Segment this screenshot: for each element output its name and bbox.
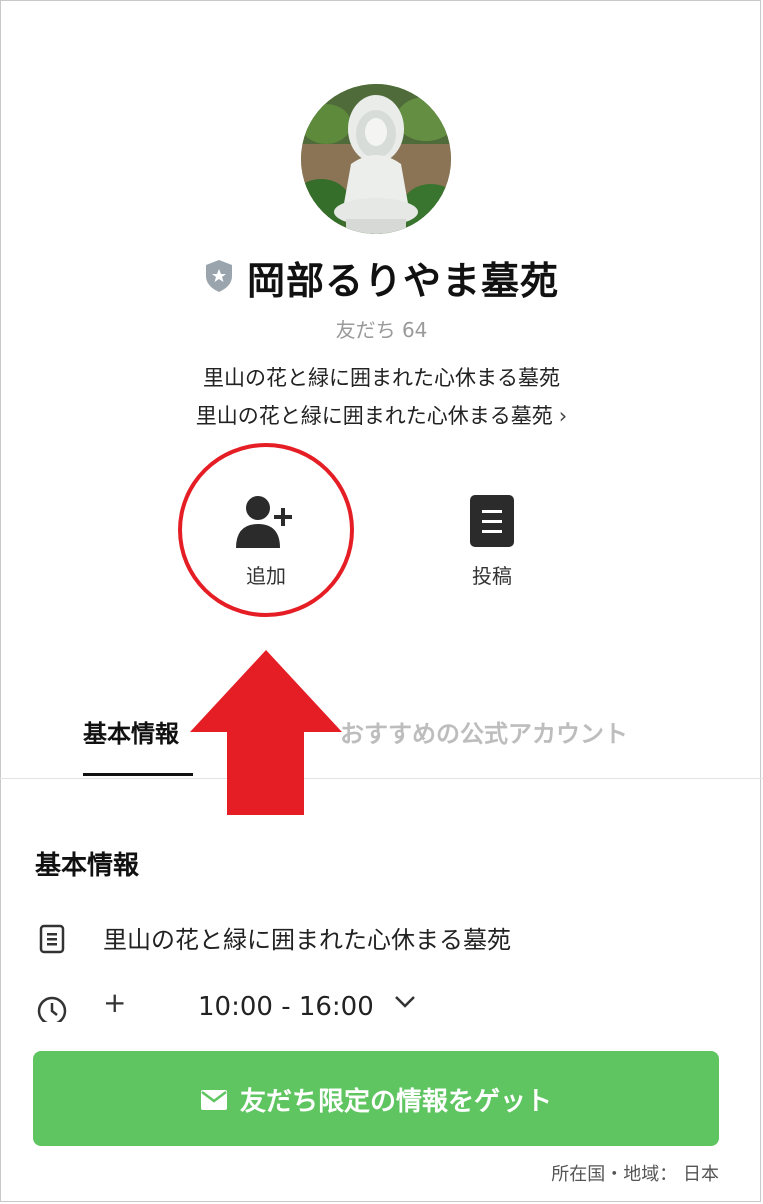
business-hours-row[interactable]: + 10:00 - 16:00 bbox=[35, 990, 735, 1022]
chevron-right-icon: › bbox=[558, 404, 568, 428]
account-name: 岡部るりやま墓苑 bbox=[247, 259, 560, 303]
up-arrow-annotation bbox=[190, 650, 344, 820]
highlight-circle bbox=[178, 443, 354, 617]
verified-shield-icon bbox=[204, 259, 234, 297]
tab-basic-info[interactable]: 基本情報 bbox=[83, 714, 179, 749]
get-friend-info-button[interactable]: 友だち限定の情報をゲット bbox=[33, 1051, 719, 1146]
status-message: 里山の花と緑に囲まれた心休まる墓苑 bbox=[203, 366, 560, 390]
description-row: 里山の花と緑に囲まれた心休まる墓苑 bbox=[35, 920, 735, 960]
cta-label: 友だち限定の情報をゲット bbox=[239, 1087, 552, 1117]
posts-label: 投稿 bbox=[472, 564, 512, 588]
active-tab-indicator bbox=[83, 773, 193, 776]
mail-icon bbox=[200, 1088, 228, 1118]
description-value: 里山の花と緑に囲まれた心休まる墓苑 bbox=[103, 926, 511, 954]
basic-info-heading: 基本情報 bbox=[35, 851, 140, 881]
friends-count: 友だち 64 bbox=[335, 318, 428, 342]
description-link[interactable]: 里山の花と緑に囲まれた心休まる墓苑 › bbox=[0, 400, 763, 430]
tab-recommended-accounts[interactable]: おすすめの公式アカウント bbox=[340, 714, 628, 749]
plus-icon: + bbox=[103, 990, 127, 1019]
posts-button[interactable]: 投稿 bbox=[448, 494, 536, 589]
business-hours: 10:00 - 16:00 bbox=[198, 992, 374, 1022]
posts-icon bbox=[468, 495, 516, 554]
document-icon bbox=[39, 924, 65, 958]
description-text: 里山の花と緑に囲まれた心休まる墓苑 bbox=[195, 404, 553, 428]
clock-icon bbox=[37, 996, 67, 1022]
avatar[interactable] bbox=[301, 84, 451, 234]
country-region: 所在国・地域： 日本 bbox=[551, 1164, 719, 1185]
account-name-row: 岡部るりやま墓苑 bbox=[0, 250, 763, 305]
chevron-down-icon[interactable] bbox=[393, 994, 417, 1014]
tab-bar: 基本情報 おすすめの公式アカウント bbox=[0, 700, 763, 779]
